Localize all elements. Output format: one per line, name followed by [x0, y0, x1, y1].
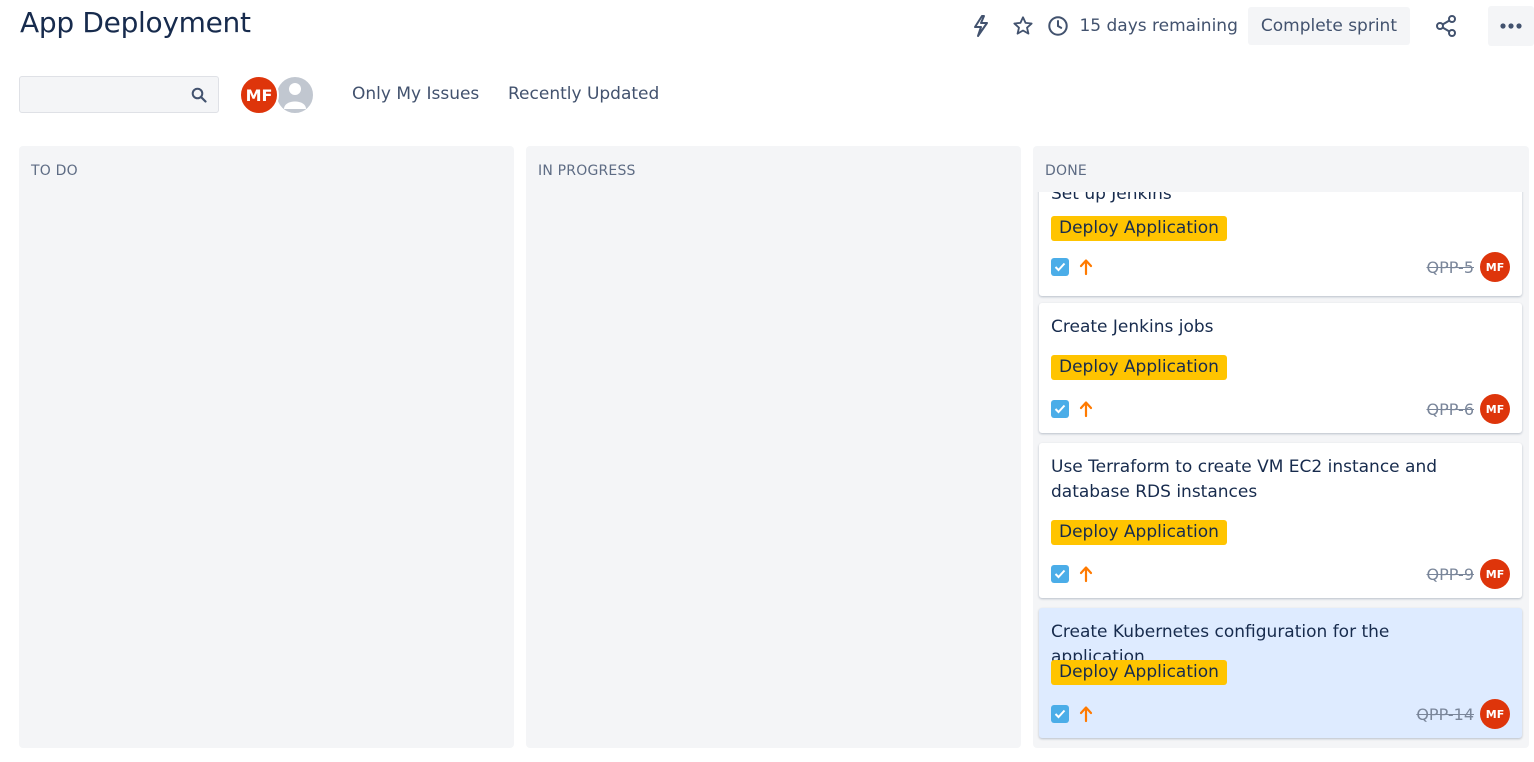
issue-key[interactable]: QPP-5 [1427, 258, 1475, 277]
epic-label: Deploy Application [1051, 660, 1227, 685]
only-my-issues-filter[interactable]: Only My Issues [352, 84, 479, 104]
issue-card-selected[interactable]: Create Kubernetes configuration for the … [1039, 608, 1522, 738]
issue-key[interactable]: QPP-14 [1416, 705, 1474, 724]
task-checkbox-icon [1051, 258, 1069, 276]
lightning-bolt-icon [974, 15, 989, 37]
search-input[interactable] [20, 77, 218, 112]
column-done[interactable]: DONE Set up Jenkins Deploy Application Q… [1033, 146, 1529, 748]
issue-card[interactable]: Create Jenkins jobs Deploy Application Q… [1039, 303, 1522, 433]
header-actions: 15 days remaining Complete sprint [963, 6, 1534, 46]
priority-high-arrow-icon [1079, 565, 1093, 583]
automation-button[interactable] [963, 8, 999, 44]
page-title: App Deployment [20, 6, 251, 39]
task-checkbox-icon [1051, 705, 1069, 723]
more-actions-button[interactable] [1488, 6, 1534, 46]
column-in-progress[interactable]: IN PROGRESS [526, 146, 1021, 748]
card-title: Use Terraform to create VM EC2 instance … [1051, 457, 1438, 502]
sprint-remaining: 15 days remaining [1047, 15, 1238, 37]
priority-high-arrow-icon [1079, 258, 1093, 276]
star-icon [1013, 16, 1033, 35]
epic-label: Deploy Application [1051, 355, 1227, 380]
column-header: TO DO [31, 163, 78, 179]
card-footer: QPP-6 MF [1051, 394, 1510, 424]
share-button[interactable] [1428, 8, 1464, 44]
card-footer: QPP-5 MF [1051, 252, 1510, 282]
board-search [19, 76, 219, 113]
issue-card[interactable]: Use Terraform to create VM EC2 instance … [1039, 443, 1522, 598]
assignee-avatar[interactable]: MF [1480, 699, 1510, 729]
avatar-unassigned[interactable] [275, 75, 315, 115]
card-title: Create Jenkins jobs [1051, 317, 1214, 337]
assignee-filter: MF [239, 75, 315, 115]
clock-icon [1048, 16, 1069, 36]
assignee-avatar[interactable]: MF [1480, 252, 1510, 282]
issue-key[interactable]: QPP-9 [1427, 565, 1475, 584]
search-icon [191, 87, 207, 103]
person-icon [284, 83, 306, 109]
card-footer: QPP-9 MF [1051, 559, 1510, 589]
card-title: Set up Jenkins [1051, 192, 1172, 204]
task-checkbox-icon [1051, 400, 1069, 418]
priority-high-arrow-icon [1079, 400, 1093, 418]
card-list: Set up Jenkins Deploy Application QPP-5 … [1033, 192, 1529, 748]
star-button[interactable] [1005, 8, 1041, 44]
remaining-text: 15 days remaining [1079, 16, 1238, 36]
recently-updated-filter[interactable]: Recently Updated [508, 84, 659, 104]
column-header: IN PROGRESS [538, 163, 636, 179]
share-icon [1436, 15, 1456, 37]
complete-sprint-button[interactable]: Complete sprint [1247, 7, 1410, 45]
issue-key[interactable]: QPP-6 [1427, 400, 1475, 419]
more-dots-icon [1500, 23, 1522, 29]
epic-label: Deploy Application [1051, 520, 1227, 545]
task-checkbox-icon [1051, 565, 1069, 583]
assignee-avatar[interactable]: MF [1480, 394, 1510, 424]
card-footer: QPP-14 MF [1051, 699, 1510, 729]
issue-card[interactable]: Set up Jenkins Deploy Application QPP-5 … [1039, 192, 1522, 296]
column-todo[interactable]: TO DO [19, 146, 514, 748]
column-header: DONE [1045, 163, 1087, 179]
epic-label: Deploy Application [1051, 216, 1227, 241]
assignee-avatar[interactable]: MF [1480, 559, 1510, 589]
priority-high-arrow-icon [1079, 705, 1093, 723]
avatar-mf[interactable]: MF [239, 75, 279, 115]
